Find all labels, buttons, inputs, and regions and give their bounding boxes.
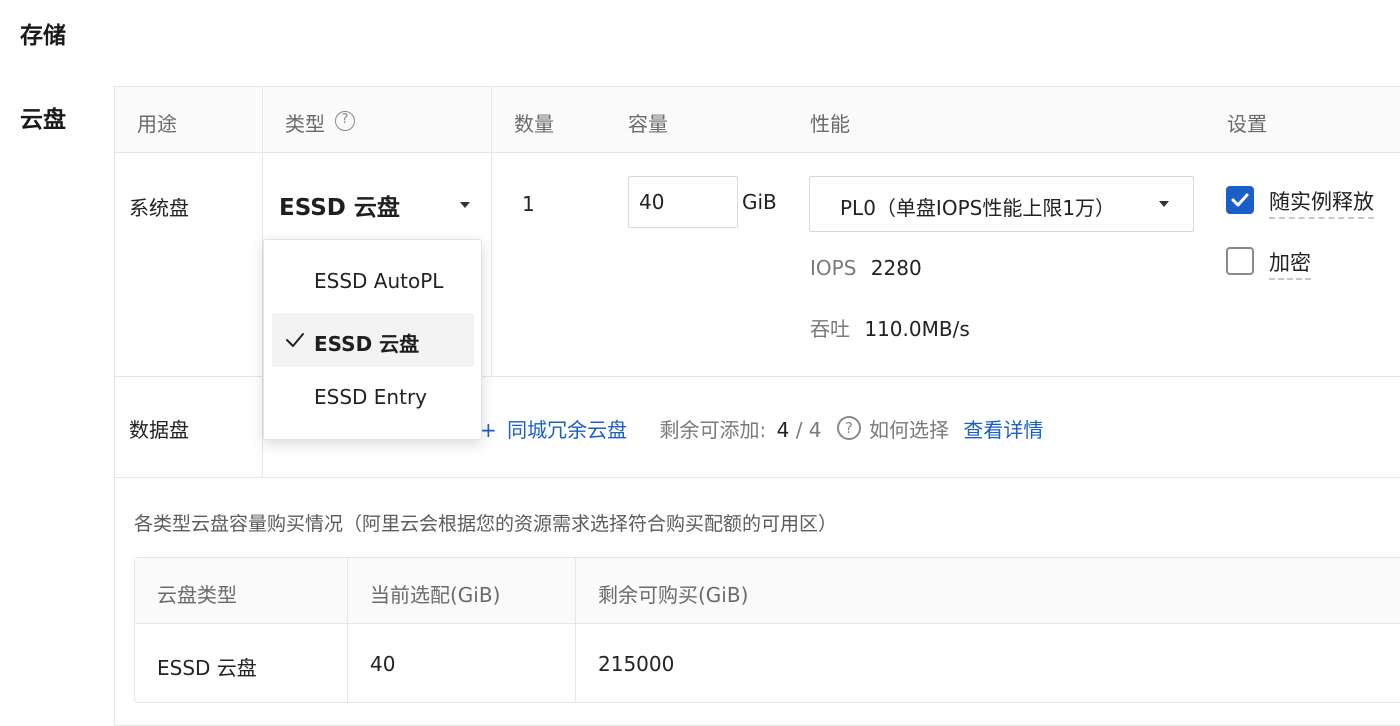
- remaining-current: 4: [776, 418, 790, 442]
- table-cell-current: 40: [370, 652, 396, 676]
- remaining-label: 剩余可添加:: [659, 418, 767, 442]
- encrypt-label[interactable]: 加密: [1269, 251, 1311, 280]
- throughput-label: 吞吐: [810, 317, 850, 341]
- capacity-input[interactable]: 40: [628, 176, 738, 228]
- data-disk-actions: + 同城冗余云盘 剩余可添加: 4 / 4: [480, 414, 822, 443]
- remaining-total: 4: [808, 418, 822, 442]
- iops-readout: IOPS 2280: [810, 256, 922, 280]
- capacity-purchase-title: 各类型云盘容量购买情况（阿里云会根据您的资源需求选择符合购买配额的可用区）: [134, 513, 838, 535]
- capacity-header-remaining: 剩余可购买(GiB): [598, 583, 749, 607]
- caret-down-icon: [1159, 201, 1169, 207]
- disk-type-dropdown-menu: ESSD AutoPL ESSD 云盘 ESSD Entry: [263, 239, 482, 440]
- encrypt-checkbox[interactable]: [1226, 247, 1254, 275]
- system-disk-quantity: 1: [522, 192, 535, 216]
- plus-icon[interactable]: +: [480, 418, 497, 442]
- dropdown-option-essd[interactable]: ESSD 云盘: [272, 313, 474, 367]
- column-divider: [575, 558, 576, 703]
- release-with-instance-label[interactable]: 随实例释放: [1269, 190, 1374, 219]
- throughput-readout: 吞吐 110.0MB/s: [810, 313, 970, 342]
- capacity-table-header: [135, 558, 1400, 624]
- remaining-separator: /: [795, 418, 803, 442]
- disk-type-selected-value: ESSD 云盘: [279, 195, 400, 221]
- throughput-value: 110.0MB/s: [864, 317, 970, 341]
- header-capacity: 容量: [628, 112, 668, 136]
- checkmark-icon: [286, 333, 304, 347]
- header-settings: 设置: [1227, 112, 1267, 136]
- capacity-input-value: 40: [639, 190, 665, 214]
- dropdown-option-entry[interactable]: ESSD Entry: [264, 368, 481, 424]
- disk-type-select[interactable]: ESSD 云盘: [279, 188, 470, 222]
- column-divider: [347, 558, 348, 703]
- question-circle-icon[interactable]: ?: [335, 111, 355, 131]
- question-circle-icon[interactable]: ?: [837, 416, 861, 440]
- table-cell-remaining: 215000: [598, 652, 675, 676]
- capacity-unit: GiB: [742, 190, 777, 214]
- data-disk-label: 数据盘: [129, 418, 189, 442]
- how-to-choose-label: 如何选择: [869, 418, 949, 442]
- table-cell-disk-type: ESSD 云盘: [157, 656, 257, 680]
- release-with-instance-checkbox[interactable]: [1226, 186, 1254, 214]
- divider-type-quantity: [491, 87, 492, 376]
- performance-selected-value: PL0（单盘IOPS性能上限1万）: [840, 196, 1116, 220]
- header-performance: 性能: [810, 112, 850, 136]
- row-divider: [115, 477, 1400, 478]
- iops-value: 2280: [870, 256, 922, 280]
- section-title-cloud-disk: 云盘: [20, 107, 66, 133]
- capacity-header-current: 当前选配(GiB): [370, 583, 501, 607]
- header-type: 类型: [285, 112, 325, 136]
- iops-label: IOPS: [810, 256, 857, 280]
- checkmark-icon: [1231, 193, 1249, 207]
- add-redundant-disk-link[interactable]: 同城冗余云盘: [507, 418, 627, 442]
- system-disk-label: 系统盘: [129, 196, 189, 220]
- caret-down-icon: [460, 202, 470, 208]
- performance-select[interactable]: PL0（单盘IOPS性能上限1万）: [809, 176, 1194, 232]
- section-title-storage: 存储: [20, 23, 66, 49]
- dropdown-option-autopl[interactable]: ESSD AutoPL: [264, 252, 481, 308]
- header-quantity: 数量: [514, 112, 554, 136]
- view-details-link[interactable]: 查看详情: [963, 418, 1043, 442]
- header-usage: 用途: [137, 112, 177, 136]
- capacity-header-type: 云盘类型: [157, 583, 237, 607]
